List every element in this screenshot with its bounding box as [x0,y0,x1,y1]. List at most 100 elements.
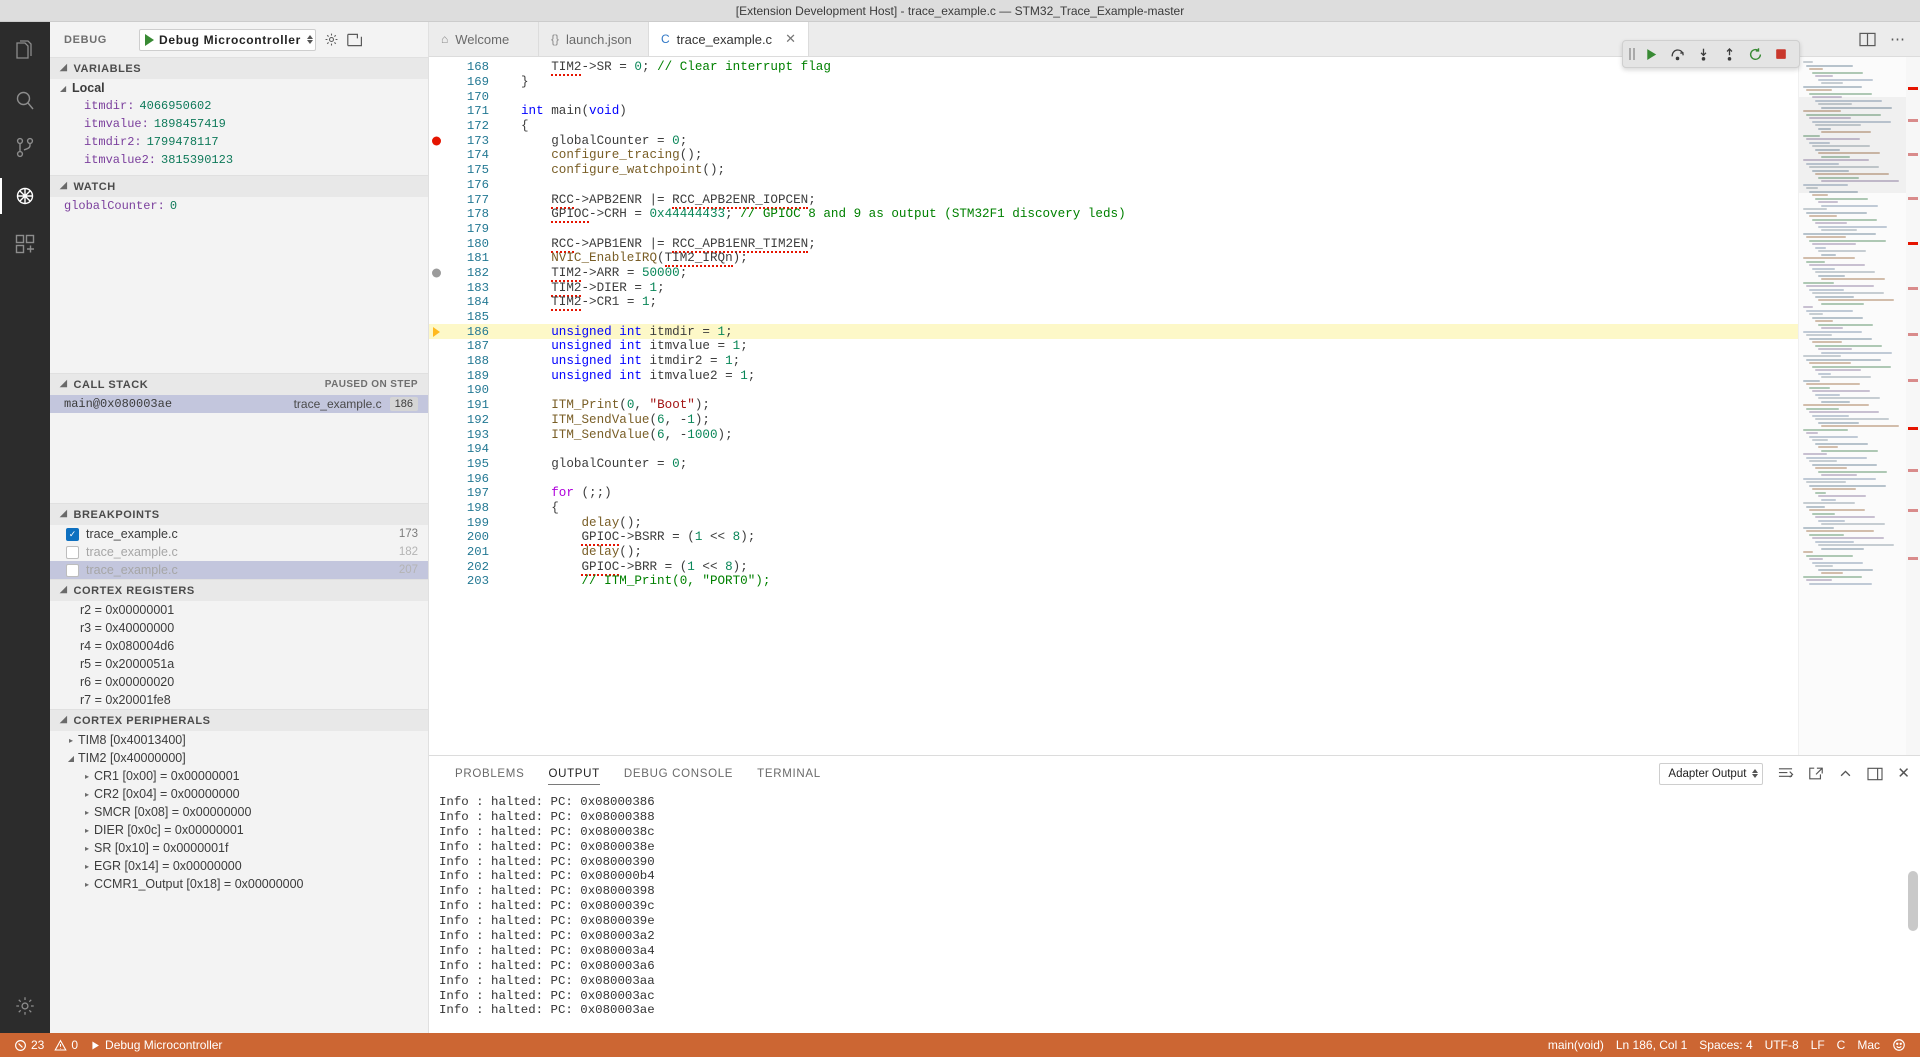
restart-button[interactable] [1743,42,1767,66]
section-cortex-peripherals-header[interactable]: ◢ CORTEX PERIPHERALS [50,709,428,731]
code-line[interactable]: 183 TIM2->DIER = 1; [429,280,1798,295]
status-debug-config[interactable]: Debug Microcontroller [84,1033,228,1057]
chevron-updown-icon[interactable] [307,35,313,44]
editor-tab[interactable]: {}launch.json [539,22,649,56]
section-variables-header[interactable]: ◢ VARIABLES [50,57,428,79]
code-line[interactable]: 168 TIM2->SR = 0; // Clear interrupt fla… [429,60,1798,75]
code-line[interactable]: 190 [429,383,1798,398]
status-indentation[interactable]: Spaces: 4 [1693,1033,1758,1057]
stop-button[interactable] [1769,42,1793,66]
status-encoding[interactable]: UTF-8 [1759,1033,1805,1057]
panel-tab[interactable]: DEBUG CONSOLE [612,756,745,791]
panel-tab[interactable]: PROBLEMS [443,756,536,791]
close-panel-icon[interactable]: ✕ [1897,766,1910,781]
variable-row[interactable]: itmdir:4066950602 [50,97,428,115]
split-editor-icon[interactable] [1859,32,1876,47]
panel-tab[interactable]: TERMINAL [745,756,833,791]
code-line[interactable]: 192 ITM_SendValue(6, -1); [429,413,1798,428]
clear-output-icon[interactable] [1777,766,1794,781]
code-line[interactable]: 181 NVIC_EnableIRQ(TIM2_IRQn); [429,251,1798,266]
register-row[interactable]: r2 = 0x00000001 [50,601,428,619]
variable-row[interactable]: itmvalue2:3815390123 [50,151,428,169]
peripheral-row[interactable]: ▸EGR [0x14] = 0x00000000 [50,857,428,875]
section-callstack-header[interactable]: ◢ CALL STACK PAUSED ON STEP [50,373,428,395]
step-over-button[interactable] [1665,42,1689,66]
drag-handle-icon[interactable] [1629,48,1635,60]
code-line[interactable]: 186 unsigned int itmdir = 1; [429,324,1798,339]
code-line[interactable]: 171int main(void) [429,104,1798,119]
section-cortex-registers-header[interactable]: ◢ CORTEX REGISTERS [50,579,428,601]
minimap[interactable] [1798,57,1906,755]
breakpoint-row[interactable]: ✓trace_example.c173 [50,525,428,543]
variable-row[interactable]: itmdir2:1799478117 [50,133,428,151]
chevron-updown-icon[interactable] [1752,769,1758,778]
panel-tab[interactable]: OUTPUT [536,756,611,791]
activity-item-source-control[interactable] [0,124,50,172]
code-line[interactable]: 182 TIM2->ARR = 50000; [429,266,1798,281]
peripheral-row[interactable]: ▸SR [0x10] = 0x0000001f [50,839,428,857]
code-line[interactable]: 172{ [429,119,1798,134]
peripheral-row[interactable]: ▸CCMR1_Output [0x18] = 0x00000000 [50,875,428,893]
callstack-frame[interactable]: main@0x080003aetrace_example.c186 [50,395,428,413]
status-feedback[interactable] [1886,1033,1912,1057]
editor-tab[interactable]: Ctrace_example.c✕ [649,22,809,56]
peripheral-row[interactable]: ▸SMCR [0x08] = 0x00000000 [50,803,428,821]
activity-item-manage[interactable] [0,985,50,1033]
status-platform[interactable]: Mac [1851,1033,1886,1057]
minimap-slider[interactable] [1799,97,1906,193]
breakpoint-row[interactable]: ✓trace_example.c207 [50,561,428,579]
code-line[interactable]: 202 GPIOC->BRR = (1 << 8); [429,559,1798,574]
breakpoint-checkbox[interactable]: ✓ [66,528,79,541]
register-row[interactable]: r7 = 0x20001fe8 [50,691,428,709]
debug-settings-gear-icon[interactable] [324,32,339,47]
code-line[interactable]: 169} [429,75,1798,90]
register-row[interactable]: r3 = 0x40000000 [50,619,428,637]
breakpoint-checkbox[interactable]: ✓ [66,564,79,577]
open-debug-console-icon[interactable] [347,33,363,47]
code-line[interactable]: 188 unsigned int itmdir2 = 1; [429,354,1798,369]
status-problems[interactable]: 23 0 [8,1033,84,1057]
code-line[interactable]: 196 [429,471,1798,486]
code-line[interactable]: 175 configure_watchpoint(); [429,163,1798,178]
peripheral-row[interactable]: ▸CR2 [0x04] = 0x00000000 [50,785,428,803]
activity-item-search[interactable] [0,76,50,124]
output-scrollbar[interactable] [1908,871,1918,931]
code-line[interactable]: 200 GPIOC->BSRR = (1 << 8); [429,530,1798,545]
code-line[interactable]: 179 [429,222,1798,237]
activity-item-extensions[interactable] [0,220,50,268]
breakpoint-checkbox[interactable]: ✓ [66,546,79,559]
register-row[interactable]: r4 = 0x080004d6 [50,637,428,655]
output-content[interactable]: Info : halted: PC: 0x08000386Info : halt… [429,791,1920,1033]
collapse-panel-icon[interactable] [1838,767,1853,781]
section-watch-header[interactable]: ◢ WATCH [50,175,428,197]
peripheral-row[interactable]: ◢TIM2 [0x40000000] [50,749,428,767]
output-channel-select[interactable]: Adapter Output [1659,763,1763,785]
code-line[interactable]: 185 [429,310,1798,325]
status-eol[interactable]: LF [1805,1033,1831,1057]
start-debug-icon[interactable] [145,34,154,46]
debug-configuration-select[interactable]: Debug Microcontroller [139,29,316,51]
variables-scope-local[interactable]: ◢ Local [50,79,428,97]
maximize-panel-icon[interactable] [1867,767,1883,781]
close-tab-icon[interactable]: ✕ [785,31,796,47]
variable-row[interactable]: itmvalue:1898457419 [50,115,428,133]
status-cursor-position[interactable]: Ln 186, Col 1 [1610,1033,1693,1057]
code-line[interactable]: 177 RCC->APB2ENR |= RCC_APB2ENR_IOPCEN; [429,192,1798,207]
code-line[interactable]: 184 TIM2->CR1 = 1; [429,295,1798,310]
code-line[interactable]: 194 [429,442,1798,457]
activity-item-run-and-debug[interactable] [0,172,50,220]
code-line[interactable]: 176 [429,178,1798,193]
register-row[interactable]: r5 = 0x2000051a [50,655,428,673]
code-line[interactable]: 197 for (;;) [429,486,1798,501]
code-line[interactable]: 174 configure_tracing(); [429,148,1798,163]
code-line[interactable]: 198 { [429,501,1798,516]
section-breakpoints-header[interactable]: ◢ BREAKPOINTS [50,503,428,525]
open-in-editor-icon[interactable] [1808,766,1824,781]
code-line[interactable]: 195 globalCounter = 0; [429,457,1798,472]
register-row[interactable]: r6 = 0x00000020 [50,673,428,691]
activity-item-explorer[interactable] [0,28,50,76]
more-actions-icon[interactable]: ⋯ [1890,30,1906,48]
breakpoint-row[interactable]: ✓trace_example.c182 [50,543,428,561]
status-language-mode[interactable]: C [1831,1033,1852,1057]
watch-row[interactable]: globalCounter:0 [50,197,428,215]
